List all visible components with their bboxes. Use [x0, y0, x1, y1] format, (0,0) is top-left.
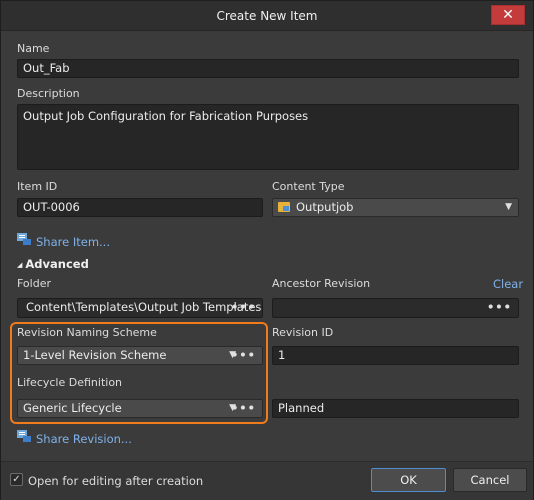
clear-link[interactable]: Clear: [493, 277, 523, 291]
item-id-input[interactable]: OUT-0006: [17, 198, 263, 217]
revision-naming-scheme-browse-button[interactable]: •••: [231, 347, 256, 364]
share-icon: [17, 430, 31, 442]
ok-button[interactable]: OK: [371, 468, 446, 492]
close-button[interactable]: ✕: [491, 5, 525, 25]
description-label: Description: [17, 87, 80, 100]
folder-value: Content\Templates\Output Job Templates: [26, 300, 262, 314]
ancestor-revision-field[interactable]: •••: [272, 298, 519, 318]
folder-label: Folder: [17, 277, 51, 290]
revision-naming-scheme-dropdown[interactable]: 1-Level Revision Scheme ▼ •••: [17, 346, 263, 365]
open-for-editing-checkbox[interactable]: ✓: [10, 473, 23, 486]
folder-browse-button[interactable]: •••: [231, 299, 256, 316]
lifecycle-definition-browse-button[interactable]: •••: [231, 400, 256, 417]
title-bar: Create New Item ✕: [1, 1, 533, 31]
collapse-triangle-icon: ◢: [17, 261, 23, 269]
cancel-button[interactable]: Cancel: [453, 468, 527, 492]
revision-id-label: Revision ID: [272, 326, 334, 339]
chevron-down-icon: ▼: [505, 202, 512, 212]
ancestor-revision-browse-button[interactable]: •••: [487, 299, 512, 316]
open-for-editing-label[interactable]: Open for editing after creation: [28, 474, 203, 488]
create-new-item-dialog: Create New Item ✕ Name Out_Fab Descripti…: [0, 0, 534, 500]
check-icon: ✓: [12, 474, 21, 485]
share-revision-link[interactable]: Share Revision...: [36, 432, 132, 446]
description-textarea[interactable]: Output Job Configuration for Fabrication…: [17, 104, 519, 170]
revision-id-input[interactable]: 1: [272, 346, 519, 365]
lifecycle-definition-value: Generic Lifecycle: [23, 401, 122, 415]
lifecycle-definition-dropdown[interactable]: Generic Lifecycle ▼ •••: [17, 399, 263, 418]
revision-naming-scheme-label: Revision Naming Scheme: [17, 326, 157, 339]
content-type-label: Content Type: [272, 180, 345, 193]
share-icon: [17, 233, 31, 245]
lifecycle-state-field: Planned: [272, 399, 519, 418]
revision-naming-scheme-value: 1-Level Revision Scheme: [23, 348, 167, 362]
share-item-link[interactable]: Share Item...: [36, 235, 110, 249]
dialog-title: Create New Item: [216, 9, 318, 23]
close-icon: ✕: [502, 7, 514, 23]
content-type-value: Outputjob: [296, 200, 354, 214]
content-type-dropdown[interactable]: Outputjob ▼: [272, 198, 519, 217]
name-label: Name: [17, 42, 50, 55]
folder-field[interactable]: Content\Templates\Output Job Templates •…: [17, 298, 263, 318]
lifecycle-definition-label: Lifecycle Definition: [17, 376, 123, 389]
ancestor-revision-label: Ancestor Revision: [272, 277, 371, 290]
outputjob-icon: [278, 202, 290, 212]
name-input[interactable]: Out_Fab: [17, 59, 519, 78]
advanced-label: Advanced: [25, 257, 89, 271]
advanced-section-toggle[interactable]: ◢ Advanced: [17, 257, 89, 271]
item-id-label: Item ID: [17, 180, 58, 193]
